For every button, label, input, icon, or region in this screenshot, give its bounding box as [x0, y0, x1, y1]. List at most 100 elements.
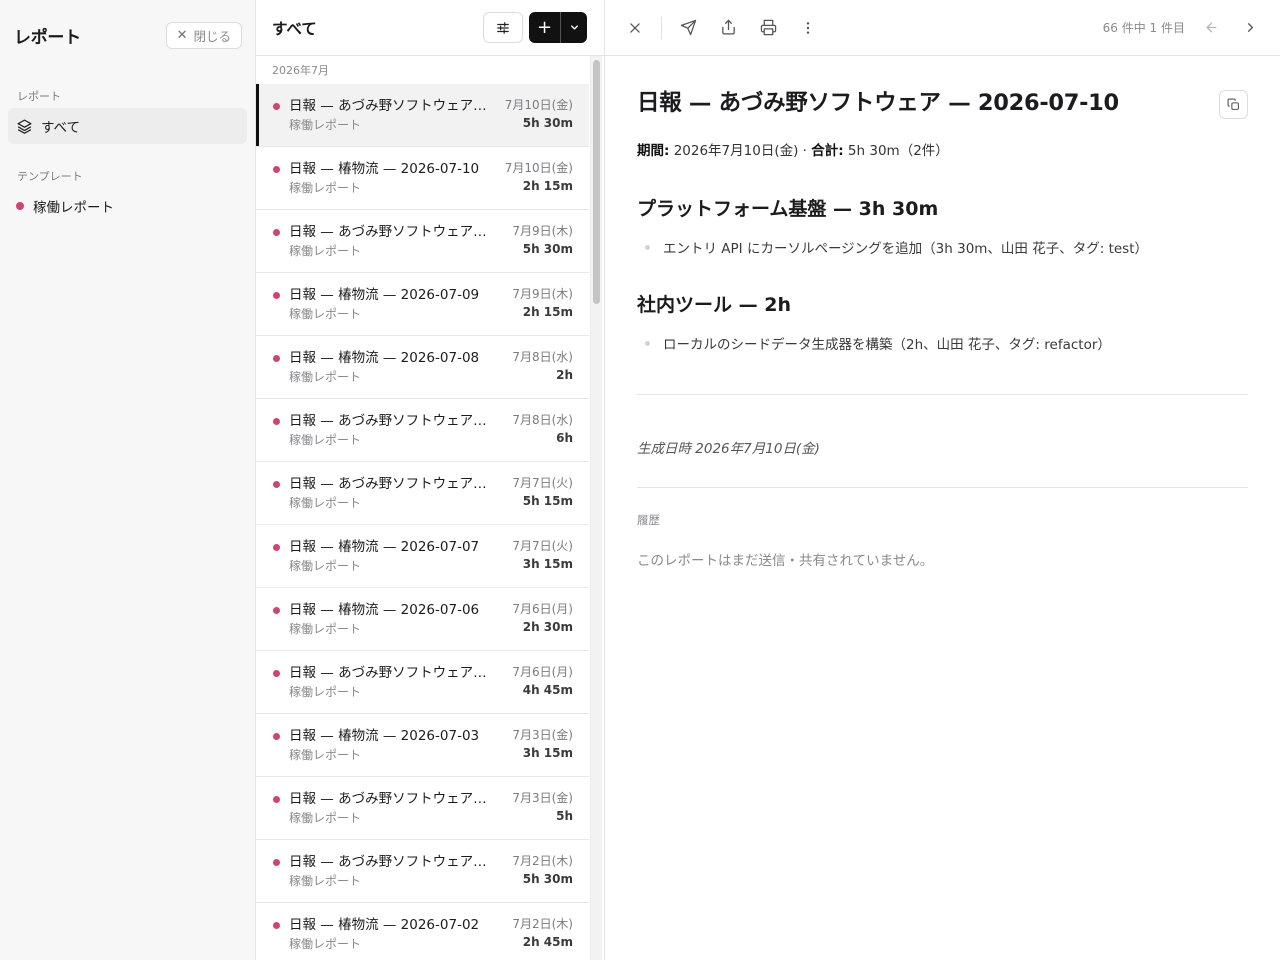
- close-icon: ✕: [176, 27, 188, 43]
- status-dot: [273, 922, 280, 929]
- detail-toolbar: 66 件中 1 件目: [605, 0, 1280, 56]
- period-value: 2026年7月10日(金) ·: [669, 143, 812, 159]
- total-label: 合計:: [811, 143, 844, 159]
- close-detail-button[interactable]: [623, 16, 647, 40]
- list-item-date: 7月2日(木): [512, 917, 573, 931]
- list-item[interactable]: 日報 — あづみ野ソフトウェア — 2026-07-09 稼働レポート 7月9日(木…: [256, 210, 589, 273]
- next-button[interactable]: [1238, 16, 1262, 40]
- list-item-duration: 4h 45m: [522, 683, 573, 697]
- status-dot: [273, 481, 280, 488]
- plus-icon: +: [536, 17, 553, 38]
- pager-count: 66 件中 1 件目: [1102, 21, 1185, 35]
- list-item-template: 稼働レポート: [289, 937, 362, 951]
- list-item-title: 日報 — あづみ野ソフトウェア — 2026-07-07: [289, 476, 489, 492]
- list-item[interactable]: 日報 — あづみ野ソフトウェア — 2026-07-07 稼働レポート 7月7日(火…: [256, 462, 589, 525]
- section-label-templates: テンプレート: [17, 170, 83, 183]
- list-item-template: 稼働レポート: [289, 622, 362, 636]
- entry-item: ローカルのシードデータ生成器を構築（2h、山田 花子、タグ: refactor）: [637, 333, 1248, 353]
- list-item-duration: 6h: [556, 431, 573, 445]
- section-label-reports: レポート: [17, 90, 61, 103]
- new-report-button[interactable]: +: [529, 12, 561, 43]
- copy-button[interactable]: [1219, 90, 1248, 119]
- send-button[interactable]: [676, 16, 700, 40]
- section-heading: 社内ツール — 2h: [637, 294, 791, 316]
- report-rows: 日報 — あづみ野ソフトウェア — 2026-07-10 稼働レポート 7月10日(…: [256, 84, 589, 960]
- list-item[interactable]: 日報 — あづみ野ソフトウェア — 2026-07-08 稼働レポート 7月8日(水…: [256, 399, 589, 462]
- list-item[interactable]: 日報 — あづみ野ソフトウェア — 2026-07-06 稼働レポート 7月6日(月…: [256, 651, 589, 714]
- sidebar: レポート ✕ 閉じる レポート すべて テンプレート 稼働レポート: [0, 0, 256, 960]
- previous-button[interactable]: [1199, 16, 1223, 40]
- list-item-template: 稼働レポート: [289, 496, 362, 510]
- toolbar-divider: [661, 16, 662, 39]
- list-item-template: 稼働レポート: [289, 874, 362, 888]
- list-item-duration: 3h 15m: [522, 557, 573, 571]
- history-label: 履歴: [637, 513, 660, 527]
- scrollbar-thumb[interactable]: [593, 60, 600, 304]
- list-item[interactable]: 日報 — 椿物流 — 2026-07-08 稼働レポート 7月8日(水) 2h: [256, 336, 589, 399]
- list-item-template: 稼働レポート: [289, 244, 362, 258]
- list-item-duration: 2h 15m: [522, 179, 573, 193]
- print-button[interactable]: [756, 16, 780, 40]
- list-item-title: 日報 — あづみ野ソフトウェア — 2026-07-06: [289, 665, 489, 681]
- list-item[interactable]: 日報 — あづみ野ソフトウェア — 2026-07-10 稼働レポート 7月10日(…: [256, 84, 589, 147]
- list-item[interactable]: 日報 — 椿物流 — 2026-07-06 稼働レポート 7月6日(月) 2h 30m: [256, 588, 589, 651]
- list-item-duration: 3h 15m: [522, 746, 573, 760]
- list-item-duration: 5h: [556, 809, 573, 823]
- list-item-title: 日報 — 椿物流 — 2026-07-07: [289, 539, 480, 555]
- status-dot: [273, 733, 280, 740]
- list-item-duration: 5h 15m: [522, 494, 573, 508]
- list-item-template: 稼働レポート: [289, 559, 362, 573]
- report-list: すべて + 2026年7月 日報 — あづみ野ソフトウェア — 2026-07-…: [256, 0, 605, 960]
- list-item-date: 7月3日(金): [512, 791, 573, 805]
- list-item-template: 稼働レポート: [289, 811, 362, 825]
- report-detail: 66 件中 1 件目 日報 — あづみ野ソフトウェア — 2026-07-10 …: [605, 0, 1280, 960]
- chevron-down-icon: [570, 25, 578, 30]
- generated-at: 生成日時 2026年7月10日(金): [637, 441, 820, 457]
- list-item-title: 日報 — 椿物流 — 2026-07-03: [289, 728, 480, 744]
- list-item[interactable]: 日報 — あづみ野ソフトウェア — 2026-07-02 稼働レポート 7月2日(木…: [256, 840, 589, 903]
- filter-button[interactable]: [483, 12, 523, 43]
- close-button[interactable]: ✕ 閉じる: [165, 21, 242, 49]
- report-title: 日報 — あづみ野ソフトウェア — 2026-07-10: [637, 90, 1119, 116]
- list-item[interactable]: 日報 — 椿物流 — 2026-07-02 稼働レポート 7月2日(木) 2h 45m: [256, 903, 589, 960]
- copy-icon: [1227, 98, 1239, 110]
- history-empty-message: このレポートはまだ送信・共有されていません。: [637, 553, 934, 569]
- sidebar-item-all[interactable]: すべて: [8, 108, 247, 144]
- more-button[interactable]: [796, 16, 820, 40]
- send-icon: [680, 19, 696, 36]
- list-item-title: 日報 — あづみ野ソフトウェア — 2026-07-09: [289, 224, 489, 240]
- list-item[interactable]: 日報 — 椿物流 — 2026-07-03 稼働レポート 7月3日(金) 3h 15m: [256, 714, 589, 777]
- new-report-dropdown[interactable]: [561, 12, 587, 43]
- status-dot: [273, 103, 280, 110]
- total-value: 5h 30m（2件）: [843, 143, 949, 159]
- list-item-template: 稼働レポート: [289, 370, 362, 384]
- status-dot: [273, 544, 280, 551]
- list-item-duration: 5h 30m: [522, 116, 573, 130]
- list-item-date: 7月8日(水): [512, 350, 573, 364]
- sidebar-title: レポート: [14, 27, 81, 48]
- list-item[interactable]: 日報 — 椿物流 — 2026-07-10 稼働レポート 7月10日(金) 2h 15…: [256, 147, 589, 210]
- status-dot: [273, 670, 280, 677]
- arrow-left-icon: [1206, 22, 1216, 33]
- list-item-template: 稼働レポート: [289, 118, 362, 132]
- list-scrollbar[interactable]: [590, 56, 602, 960]
- list-item-title: 日報 — 椿物流 — 2026-07-06: [289, 602, 480, 618]
- more-vertical-icon: [806, 21, 810, 34]
- list-item[interactable]: 日報 — 椿物流 — 2026-07-09 稼働レポート 7月9日(木) 2h 15m: [256, 273, 589, 336]
- close-label: 閉じる: [193, 28, 231, 44]
- sidebar-item-template[interactable]: 稼働レポート: [8, 188, 247, 224]
- sidebar-item-label: すべて: [41, 120, 81, 136]
- new-report-button-group: +: [529, 12, 587, 43]
- status-dot: [273, 796, 280, 803]
- close-icon: [630, 22, 640, 33]
- list-item-title: 日報 — あづみ野ソフトウェア — 2026-07-02: [289, 854, 489, 870]
- list-item-title: 日報 — あづみ野ソフトウェア — 2026-07-08: [289, 413, 489, 429]
- entry-item: エントリ API にカーソルページングを追加（3h 30m、山田 花子、タグ: …: [637, 237, 1248, 257]
- list-item[interactable]: 日報 — 椿物流 — 2026-07-07 稼働レポート 7月7日(火) 3h 15m: [256, 525, 589, 588]
- list-item-title: 日報 — 椿物流 — 2026-07-10: [289, 161, 480, 177]
- status-dot: [273, 229, 280, 236]
- list-item-duration: 5h 30m: [522, 872, 573, 886]
- report-period: 期間: 2026年7月10日(金) · 合計: 5h 30m（2件）: [637, 139, 1248, 159]
- share-button[interactable]: [716, 16, 740, 40]
- list-item[interactable]: 日報 — あづみ野ソフトウェア — 2026-07-03 稼働レポート 7月3日(金…: [256, 777, 589, 840]
